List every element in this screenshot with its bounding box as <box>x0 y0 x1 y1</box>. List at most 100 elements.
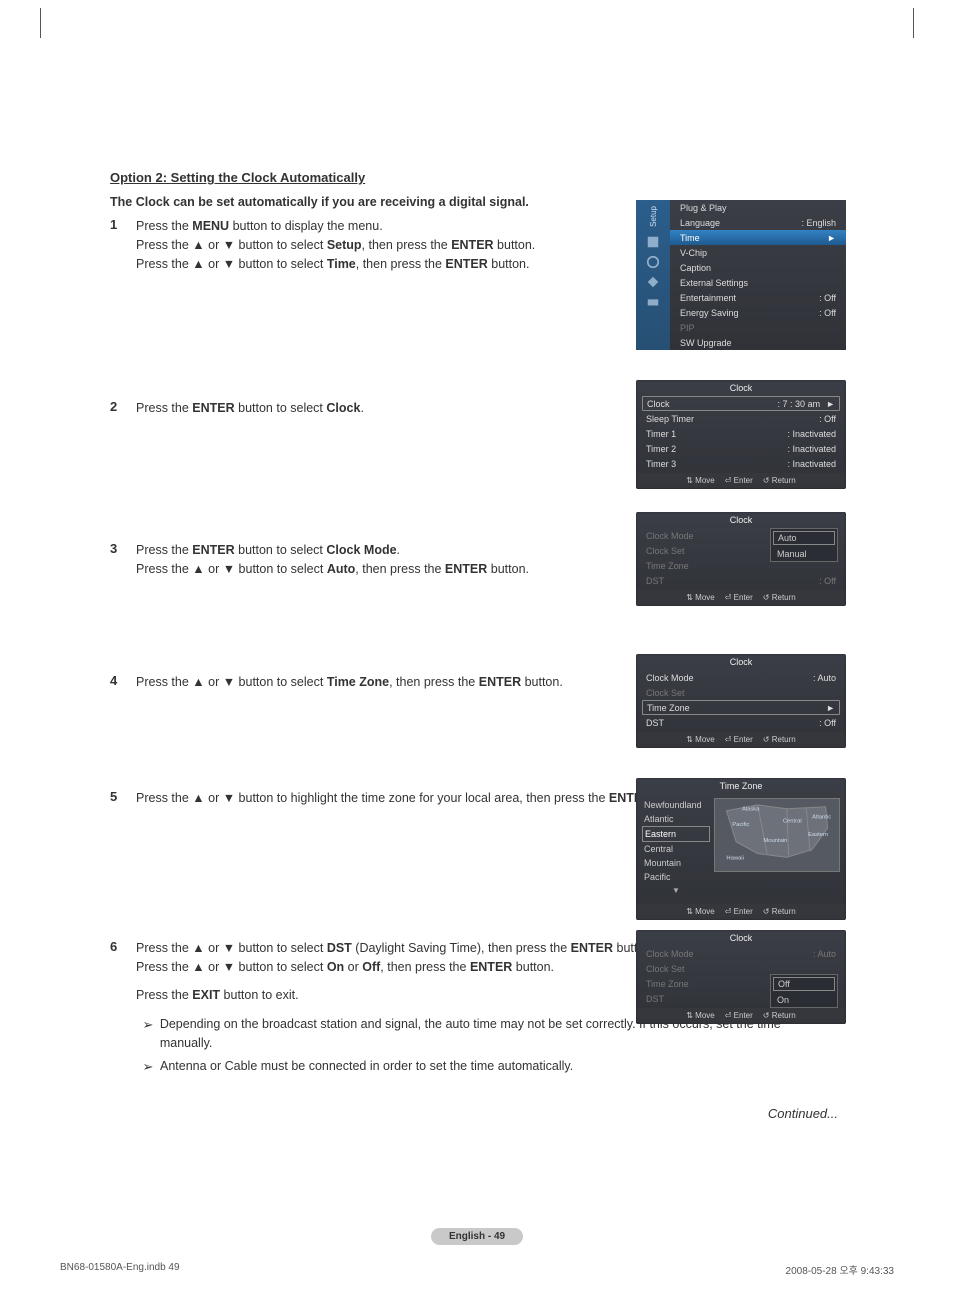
tab-icon <box>646 235 660 249</box>
step-number: 3 <box>110 541 136 556</box>
menu-item-dst: DST: Off <box>636 573 846 588</box>
dst-dropdown[interactable]: Off On <box>770 974 838 1008</box>
step-number: 6 <box>110 939 136 954</box>
menu-item-clock-mode: Clock Mode: Auto <box>636 946 846 961</box>
crop-mark-left <box>40 8 41 38</box>
tz-option-atlantic[interactable]: Atlantic <box>642 812 710 826</box>
menu-item-language[interactable]: Language: English <box>670 215 846 230</box>
page-footer: English - 49 <box>0 1228 954 1245</box>
menu-item-sw-upgrade[interactable]: SW Upgrade <box>670 335 846 350</box>
option-auto[interactable]: Auto <box>773 531 835 545</box>
menu-item-energy-saving[interactable]: Energy Saving: Off <box>670 305 846 320</box>
tz-option-eastern[interactable]: Eastern <box>642 826 710 842</box>
chevron-down-icon: ▼ <box>642 884 710 898</box>
move-hint: ⇅ Move <box>686 735 715 744</box>
clock-mode-dropdown[interactable]: Auto Manual <box>770 528 838 562</box>
osd-setup-menu: Setup Plug & Play Language: English Time… <box>636 200 846 358</box>
note-text: Antenna or Cable must be connected in or… <box>160 1057 573 1076</box>
section-heading: Option 2: Setting the Clock Automaticall… <box>110 170 844 185</box>
menu-item-vchip[interactable]: V-Chip <box>670 245 846 260</box>
osd-footer: ⇅ Move ⏎ Enter ↺ Return <box>636 904 846 920</box>
continued-label: Continued... <box>110 1106 844 1121</box>
osd-clock-mode-menu: Clock Clock Mode: Clock Set Time Zone DS… <box>636 512 846 614</box>
step-line: Press the ▲ or ▼ button to select Setup,… <box>136 238 535 252</box>
option-manual[interactable]: Manual <box>771 547 837 561</box>
step-line: Press the ▲ or ▼ button to select Time, … <box>136 257 529 271</box>
step-number: 4 <box>110 673 136 688</box>
doc-id: BN68-01580A-Eng.indb 49 <box>60 1262 180 1277</box>
tz-option-pacific[interactable]: Pacific <box>642 870 710 884</box>
menu-item-clock-mode[interactable]: Clock Mode: Auto <box>636 670 846 685</box>
tab-icon <box>646 295 660 309</box>
return-hint: ↺ Return <box>763 907 796 916</box>
gear-icon <box>646 255 660 269</box>
menu-item-time[interactable]: Time► <box>670 230 846 245</box>
osd-title: Clock <box>636 512 846 528</box>
note-2: ➢ Antenna or Cable must be connected in … <box>136 1057 832 1077</box>
menu-item-timer1[interactable]: Timer 1: Inactivated <box>636 426 846 441</box>
menu-item-entertainment[interactable]: Entertainment: Off <box>670 290 846 305</box>
osd-title: Clock <box>636 654 846 670</box>
menu-item-pip: PIP <box>670 320 846 335</box>
crop-mark-right <box>913 8 914 38</box>
osd-title: Clock <box>636 380 846 396</box>
osd-title: Time Zone <box>636 778 846 794</box>
menu-item-clock-set: Clock Set <box>636 685 846 700</box>
tz-option-central[interactable]: Central <box>642 842 710 856</box>
svg-text:Mountain: Mountain <box>763 838 787 844</box>
osd-clock-timezone-menu: Clock Clock Mode: Auto Clock Set Time Zo… <box>636 654 846 756</box>
doc-timestamp: 2008-05-28 오후 9:43:33 <box>786 1262 894 1277</box>
svg-text:Alaska: Alaska <box>742 807 760 813</box>
setup-tab-label: Setup <box>649 204 658 229</box>
enter-hint: ⏎ Enter <box>725 593 753 602</box>
osd-footer: ⇅ Move ⏎ Enter ↺ Return <box>636 590 846 606</box>
svg-text:Hawaii: Hawaii <box>726 855 744 861</box>
osd-sidebar-tabs: Setup <box>636 200 670 350</box>
tz-option-newfoundland[interactable]: Newfoundland <box>642 798 710 812</box>
menu-item-plug-play[interactable]: Plug & Play <box>670 200 846 215</box>
enter-hint: ⏎ Enter <box>725 476 753 485</box>
move-hint: ⇅ Move <box>686 593 715 602</box>
tab-icon <box>646 275 660 289</box>
menu-item-dst[interactable]: DST: Off <box>636 715 846 730</box>
option-off[interactable]: Off <box>773 977 835 991</box>
menu-item-timer3[interactable]: Timer 3: Inactivated <box>636 456 846 471</box>
menu-item-timer2[interactable]: Timer 2: Inactivated <box>636 441 846 456</box>
page-number-pill: English - 49 <box>431 1228 523 1245</box>
step-line: Press the MENU button to display the men… <box>136 219 383 233</box>
osd-footer: ⇅ Move ⏎ Enter ↺ Return <box>636 732 846 748</box>
osd-clock-menu: Clock Clock: 7 : 30 am► Sleep Timer: Off… <box>636 380 846 497</box>
menu-item-sleep-timer[interactable]: Sleep Timer: Off <box>636 411 846 426</box>
enter-hint: ⏎ Enter <box>725 735 753 744</box>
osd-setup-body: Plug & Play Language: English Time► V-Ch… <box>670 200 846 350</box>
move-hint: ⇅ Move <box>686 476 715 485</box>
document-footer: BN68-01580A-Eng.indb 49 2008-05-28 오후 9:… <box>60 1262 894 1277</box>
menu-item-caption[interactable]: Caption <box>670 260 846 275</box>
enter-hint: ⏎ Enter <box>725 1011 753 1020</box>
tz-option-mountain[interactable]: Mountain <box>642 856 710 870</box>
timezone-list: Newfoundland Atlantic Eastern Central Mo… <box>642 798 710 898</box>
menu-item-external-settings[interactable]: External Settings <box>670 275 846 290</box>
step-number: 2 <box>110 399 136 414</box>
osd-timezone-picker: Time Zone Newfoundland Atlantic Eastern … <box>636 778 846 928</box>
enter-hint: ⏎ Enter <box>725 907 753 916</box>
note-bullet-icon: ➢ <box>136 1057 160 1077</box>
option-on[interactable]: On <box>771 993 837 1007</box>
svg-text:Pacific: Pacific <box>732 822 749 828</box>
menu-item-time-zone[interactable]: Time Zone► <box>642 700 840 715</box>
svg-text:Central: Central <box>783 818 802 824</box>
chevron-right-icon: ► <box>827 233 836 243</box>
step-number: 1 <box>110 217 136 232</box>
chevron-right-icon: ► <box>826 399 835 409</box>
timezone-map: Pacific Mountain Central Eastern Atlanti… <box>714 798 840 872</box>
osd-footer: ⇅ Move ⏎ Enter ↺ Return <box>636 473 846 489</box>
return-hint: ↺ Return <box>763 1011 796 1020</box>
osd-title: Clock <box>636 930 846 946</box>
svg-text:Eastern: Eastern <box>808 832 828 838</box>
osd-footer: ⇅ Move ⏎ Enter ↺ Return <box>636 1008 846 1024</box>
move-hint: ⇅ Move <box>686 907 715 916</box>
step-number: 5 <box>110 789 136 804</box>
osd-clock-dst-menu: Clock Clock Mode: Auto Clock Set Time Zo… <box>636 930 846 1032</box>
menu-item-clock[interactable]: Clock: 7 : 30 am► <box>642 396 840 411</box>
return-hint: ↺ Return <box>763 735 796 744</box>
